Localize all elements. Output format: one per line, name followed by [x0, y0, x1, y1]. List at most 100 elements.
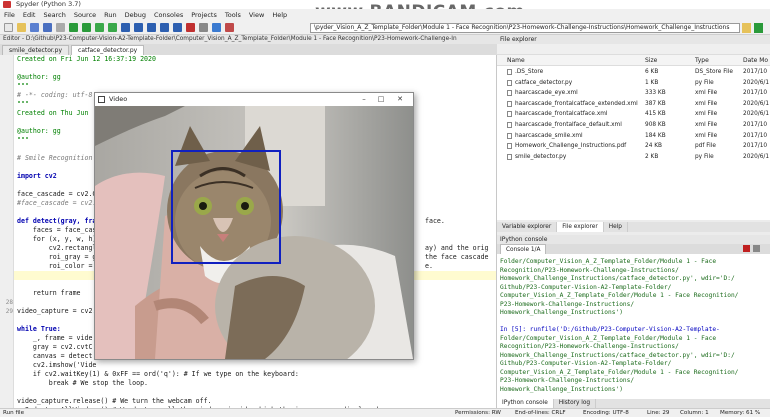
- status-permissions: Permissions: RW: [455, 410, 501, 416]
- file-row[interactable]: catface_detector.py 1 KB py File 2020/6/1: [497, 78, 770, 88]
- continue-icon[interactable]: [173, 23, 182, 32]
- menu-edit[interactable]: Edit: [23, 11, 36, 19]
- console-line: P23-Homework-Challenge-Instructions/: [500, 377, 635, 384]
- code-line: cv2.imshow('Vide: [17, 361, 97, 369]
- file-row[interactable]: Homework_Challenge_Instructions.pdf 24 KB…: [497, 141, 770, 151]
- working-directory-input[interactable]: \pyder_Vision_A_Z_Template_Folder\Module…: [310, 23, 740, 33]
- file-row[interactable]: haarcascade_frontalcatface.xml 415 KB xml …: [497, 109, 770, 119]
- file-row[interactable]: haarcascade_eye.xml 333 KB xml File 2017/10: [497, 88, 770, 98]
- console-title: IPython console: [497, 235, 770, 244]
- maximize-pane-icon[interactable]: [199, 23, 208, 32]
- file-row[interactable]: haarcascade_smile.xml 184 KB xml File 2017/…: [497, 131, 770, 141]
- stop-kernel-icon[interactable]: [743, 245, 750, 252]
- browse-folder-icon[interactable]: [742, 23, 751, 33]
- python-path-icon[interactable]: [212, 23, 221, 32]
- file-row[interactable]: haarcascade_frontalcatface_extended.xml 3…: [497, 99, 770, 109]
- file-name: catface_detector.py: [515, 79, 573, 86]
- code-line: break # We stop the loop.: [17, 379, 149, 387]
- minimize-icon[interactable]: –: [359, 95, 369, 104]
- file-type: DS_Store File: [695, 69, 733, 75]
- file-date: 2020/6/1: [743, 79, 770, 86]
- spyder-tools-icon[interactable]: [225, 23, 234, 32]
- code-line: roi_color =: [17, 262, 93, 270]
- line-number: [0, 82, 13, 91]
- line-number: [0, 199, 13, 208]
- code-line: #face_cascade = cv2.: [17, 199, 97, 207]
- line-number: [0, 244, 13, 253]
- console-line: Github/P23-Computer-Vision-A2-Template-F…: [500, 360, 672, 367]
- parent-directory-icon[interactable]: [754, 23, 763, 33]
- run-file-icon[interactable]: [69, 23, 78, 32]
- run-cell-icon[interactable]: [82, 23, 91, 32]
- line-number: [0, 181, 13, 190]
- stop-debug-icon[interactable]: [186, 23, 195, 32]
- video-window[interactable]: Video – □ ✕: [94, 92, 414, 360]
- open-preferences-icon[interactable]: [56, 23, 65, 32]
- header-type[interactable]: Type: [695, 55, 709, 66]
- maximize-icon[interactable]: □: [376, 95, 386, 104]
- code-line: canvas = detect: [17, 352, 93, 360]
- tab-history-log[interactable]: History log: [554, 399, 597, 408]
- menu-tools[interactable]: Tools: [225, 11, 241, 19]
- line-number: [0, 73, 13, 82]
- menu-source[interactable]: Source: [74, 11, 96, 19]
- file-row[interactable]: smile_detector.py 2 KB py File 2020/6/1: [497, 152, 770, 162]
- file-name: haarcascade_smile.xml: [515, 132, 583, 139]
- step-icon[interactable]: [134, 23, 143, 32]
- code-line: """: [17, 82, 29, 90]
- line-number: [0, 172, 13, 181]
- line-number: [0, 379, 13, 388]
- menu-projects[interactable]: Projects: [191, 11, 217, 19]
- file-row[interactable]: .DS_Store 6 KB DS_Store File 2017/10: [497, 67, 770, 77]
- debug-icon[interactable]: [121, 23, 130, 32]
- file-row[interactable]: haarcascade_frontalface_default.xml 908 K…: [497, 120, 770, 130]
- menu-file[interactable]: File: [4, 11, 15, 19]
- console-options-icon[interactable]: [753, 245, 760, 252]
- header-date[interactable]: Date Mo: [743, 55, 768, 66]
- file-type: py File: [695, 153, 714, 160]
- tab-file-explorer[interactable]: File explorer: [557, 222, 604, 232]
- line-number: 28: [5, 299, 13, 306]
- console-line: Recognition/P23-Homework-Challenge-Instr…: [500, 266, 679, 274]
- line-number: [0, 154, 13, 163]
- header-size[interactable]: Size: [645, 55, 657, 66]
- line-number: [0, 127, 13, 136]
- file-name: haarcascade_frontalface_default.xml: [515, 122, 622, 128]
- status-eol: End-of-lines: CRLF: [515, 410, 566, 416]
- menu-debug[interactable]: Debug: [125, 11, 146, 19]
- run-cell-advance-icon[interactable]: [95, 23, 104, 32]
- save-all-icon[interactable]: [43, 23, 52, 32]
- console-tab[interactable]: Console 1/A: [500, 244, 547, 254]
- code-line: while True:: [17, 325, 61, 333]
- menu-help[interactable]: Help: [272, 11, 287, 19]
- tab-variable-explorer[interactable]: Variable explorer: [497, 222, 558, 232]
- save-icon[interactable]: [30, 23, 39, 32]
- tab-ipython-console[interactable]: IPython console: [497, 399, 554, 408]
- console-line: In [5]: runfile('D:/Github/P23-Computer-…: [500, 326, 720, 333]
- run-selection-icon[interactable]: [108, 23, 117, 32]
- tab-catface-detector[interactable]: catface_detector.py: [71, 45, 145, 55]
- line-number: [0, 100, 13, 109]
- line-number: [0, 262, 13, 271]
- new-file-icon[interactable]: [4, 23, 13, 32]
- menu-consoles[interactable]: Consoles: [154, 11, 183, 19]
- open-folder-icon[interactable]: [17, 23, 26, 32]
- tab-smile-detector[interactable]: smile_detector.py: [2, 45, 70, 55]
- menu-view[interactable]: View: [249, 11, 264, 19]
- ipython-console[interactable]: Folder/Computer_Vision_A_Z_Template_Fold…: [497, 254, 770, 399]
- console-line: Recognition/P23-Homework-Challenge-Instr…: [500, 343, 679, 350]
- file-size: 908 KB: [645, 122, 666, 128]
- file-type: xml File: [695, 122, 718, 128]
- video-title-bar[interactable]: Video – □ ✕: [95, 93, 413, 106]
- file-size: 24 KB: [645, 143, 662, 150]
- tab-help[interactable]: Help: [604, 222, 628, 232]
- file-name: haarcascade_frontalcatface_extended.xml: [515, 100, 638, 107]
- step-return-icon[interactable]: [160, 23, 169, 32]
- file-size: 184 KB: [645, 132, 666, 139]
- header-name[interactable]: Name: [507, 55, 525, 66]
- step-into-icon[interactable]: [147, 23, 156, 32]
- menu-run[interactable]: Run: [104, 11, 116, 19]
- menu-search[interactable]: Search: [43, 11, 65, 19]
- close-icon[interactable]: ✕: [395, 95, 405, 104]
- file-date: 2017/10: [743, 122, 768, 128]
